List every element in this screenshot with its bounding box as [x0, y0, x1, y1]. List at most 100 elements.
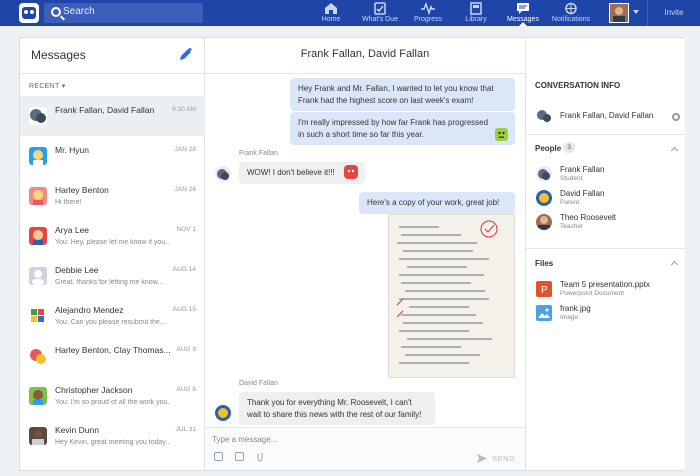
- conversation-name: Arya Lee: [55, 225, 90, 235]
- conversation-name: Alejandro Mendez: [55, 305, 124, 315]
- chevron-up-icon[interactable]: [670, 146, 679, 155]
- info-conversation-name: Frank Fallan, David Fallan: [560, 111, 654, 120]
- message-bubble-outgoing: Hey Frank and Mr. Fallan, I wanted to le…: [290, 78, 515, 111]
- conversation-item[interactable]: Arya Lee You: Hey, please let me know if…: [20, 216, 205, 256]
- group-avatar: [536, 108, 552, 124]
- app-logo[interactable]: [19, 3, 39, 23]
- message-bubble-incoming: WOW! I don't believe it!!!: [239, 162, 365, 184]
- conversation-item[interactable]: Kevin Dunn Hey Kevin, great meeting you …: [20, 416, 205, 456]
- conversation-item[interactable]: Harley Benton, Clay Thomas... AUG 9: [20, 336, 205, 376]
- avatar: [29, 307, 47, 325]
- conversation-name: Debbie Lee: [55, 265, 99, 275]
- sidebar-divider: [20, 73, 205, 74]
- nav-notifications-label: Notifications: [551, 16, 591, 23]
- search-box[interactable]: Search: [44, 3, 203, 23]
- conversation-preview: Great, thanks for letting me know...: [55, 279, 164, 286]
- group-avatar: [29, 107, 47, 125]
- conversation-preview: Hey Kevin, great meeting you today...: [55, 439, 170, 446]
- conversation-item[interactable]: Debbie Lee Great, thanks for letting me …: [20, 256, 205, 296]
- person-role: Parent: [560, 199, 580, 206]
- search-icon: [51, 7, 61, 17]
- user-avatar-image: [610, 4, 628, 22]
- library-icon: [470, 2, 482, 15]
- gear-icon[interactable]: [672, 113, 680, 121]
- conversation-preview: You: Can you please resubmit the...: [55, 319, 166, 326]
- top-navigation-bar: Search Home What's Due Progress Library …: [0, 0, 700, 26]
- sticker-icon: [344, 165, 358, 179]
- avatar: [29, 227, 47, 245]
- pulse-icon: [421, 2, 435, 15]
- avatar: [29, 267, 47, 285]
- file-name[interactable]: frank.jpg: [560, 304, 591, 313]
- conversation-item[interactable]: Mr. Hyun JAN 28: [20, 136, 205, 176]
- message-text: I'm really impressed by how far Frank ha…: [298, 118, 489, 139]
- conversation-pane: Frank Fallan, David Fallan Hey Frank and…: [205, 38, 525, 470]
- sidebar-title: Messages: [31, 48, 86, 62]
- header-divider: [205, 73, 525, 74]
- conversation-time: JAN 26: [174, 186, 196, 193]
- user-avatar[interactable]: [609, 3, 629, 23]
- conversation-time: AUG 14: [172, 266, 196, 273]
- conversation-item[interactable]: Christopher Jackson You: I'm so proud of…: [20, 376, 205, 416]
- conversation-time: NOV 1: [176, 226, 196, 233]
- handwritten-worksheet-image: [389, 215, 514, 377]
- person-name[interactable]: David Fallan: [560, 189, 604, 198]
- conversation-time: AUG 15: [172, 306, 196, 313]
- conversation-time: JAN 28: [174, 146, 196, 153]
- avatar: [29, 147, 47, 165]
- emoji-icon[interactable]: [214, 452, 223, 461]
- sticker-icon: [495, 128, 508, 141]
- conversation-name: Mr. Hyun: [55, 145, 90, 155]
- clipboard-icon: [374, 2, 386, 15]
- person-name[interactable]: Theo Roosevelt: [560, 213, 616, 222]
- conversation-time: JUL 31: [175, 426, 196, 433]
- avatar: [29, 387, 47, 405]
- messages-panel: Messages RECENT ▾ Frank Fallan, David Fa…: [19, 37, 686, 471]
- conversation-name: Kevin Dunn: [55, 425, 99, 435]
- message-text: WOW! I don't believe it!!!: [247, 168, 335, 177]
- avatar: [29, 187, 47, 205]
- chevron-up-icon[interactable]: [670, 260, 679, 269]
- avatar: [536, 214, 552, 230]
- message-bubble-outgoing: I'm really impressed by how far Frank ha…: [290, 112, 515, 145]
- powerpoint-file-icon: P: [536, 281, 552, 297]
- conversation-title: Frank Fallan, David Fallan: [300, 48, 430, 60]
- invite-button[interactable]: Invite: [647, 0, 700, 26]
- message-input[interactable]: Type a message...: [212, 435, 277, 444]
- home-icon: [325, 3, 337, 14]
- attached-image[interactable]: [388, 214, 515, 378]
- avatar: [536, 190, 552, 206]
- person-name[interactable]: Frank Fallan: [560, 165, 604, 174]
- file-type: Powerpoint Document: [560, 290, 624, 297]
- nav-notifications[interactable]: Notifications: [541, 0, 601, 26]
- chevron-down-icon[interactable]: [633, 10, 639, 14]
- file-name[interactable]: Team 5 presentation.pptx: [560, 280, 650, 289]
- conversation-item[interactable]: Frank Fallan, David Fallan 9:30 AM: [20, 96, 205, 136]
- paperclip-icon[interactable]: [256, 451, 265, 462]
- image-file-icon: [536, 305, 552, 321]
- group-avatar: [29, 347, 47, 365]
- conversation-time: AUG 8: [176, 386, 196, 393]
- recent-filter[interactable]: RECENT ▾: [29, 82, 66, 90]
- recent-filter-label: RECENT: [29, 83, 60, 90]
- conversation-preview: Hi there!: [55, 199, 82, 206]
- conversation-item[interactable]: Harley Benton Hi there! JAN 26: [20, 176, 205, 216]
- info-title: CONVERSATION INFO: [535, 81, 621, 90]
- files-heading: Files: [535, 259, 554, 268]
- conversation-item[interactable]: Alejandro Mendez You: Can you please res…: [20, 296, 205, 336]
- people-count-badge: 3: [563, 142, 575, 153]
- image-icon[interactable]: [235, 452, 244, 461]
- compose-icon[interactable]: [177, 47, 193, 63]
- conversation-preview: You: I'm so proud of all the work you...: [55, 399, 170, 406]
- conversation-time: AUG 9: [176, 346, 196, 353]
- send-button[interactable]: SEND: [492, 454, 515, 463]
- message-bubble-outgoing: Here's a copy of your work, great job!: [359, 192, 515, 214]
- active-indicator: [519, 22, 527, 26]
- conversation-info-pane: CONVERSATION INFO Frank Fallan, David Fa…: [525, 38, 686, 470]
- message-bubble-incoming: Thank you for everything Mr. Roosevelt, …: [239, 392, 435, 425]
- conversation-name: Frank Fallan, David Fallan: [55, 105, 155, 115]
- file-type: Image: [560, 314, 579, 321]
- people-heading: People: [535, 144, 562, 153]
- sender-avatar: [215, 405, 231, 421]
- sender-name: Frank Fallan: [239, 150, 278, 157]
